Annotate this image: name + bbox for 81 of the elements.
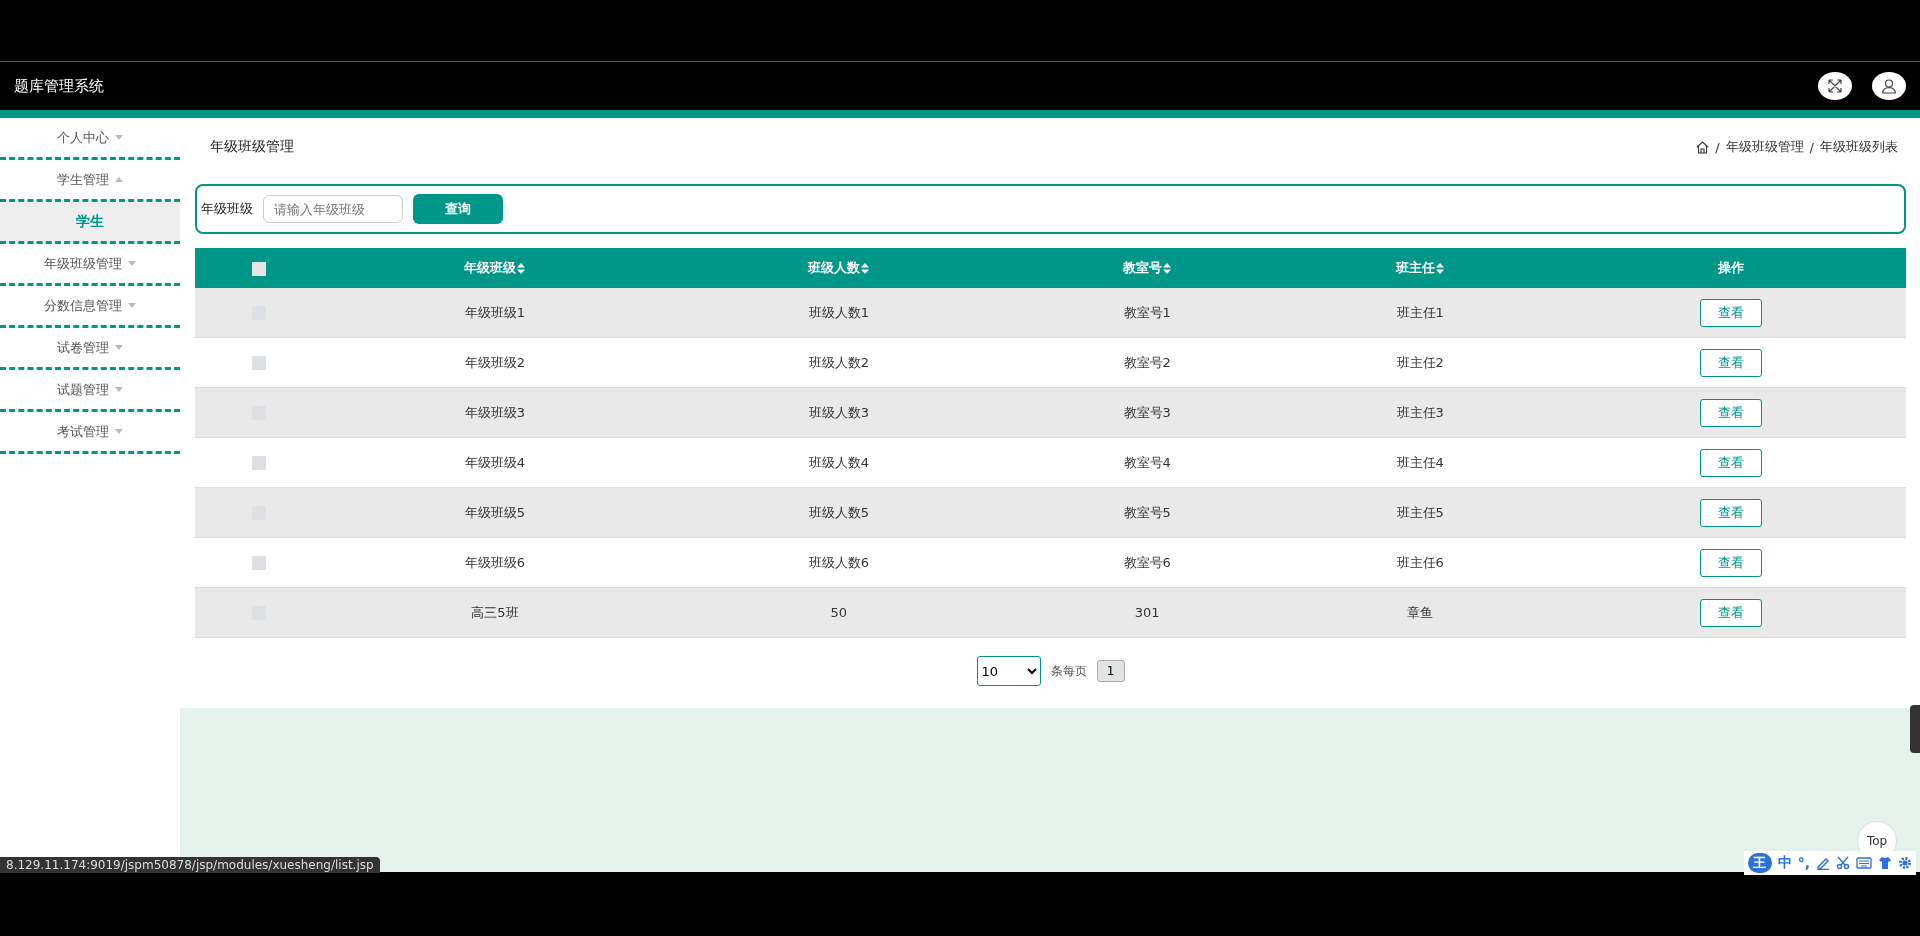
scissors-icon[interactable] — [1836, 856, 1850, 870]
table-cell: 班级人数1 — [808, 304, 869, 320]
page-size-select[interactable]: 10 — [976, 656, 1041, 686]
input-mode-toggle[interactable]: 中 — [1777, 854, 1792, 872]
sort-icon[interactable] — [1163, 262, 1172, 274]
table-cell: 年级班级3 — [464, 404, 526, 420]
caret-icon — [115, 135, 123, 140]
caret-icon — [115, 345, 123, 350]
table-cell: 班主任6 — [1396, 554, 1444, 570]
select-all-checkbox[interactable] — [252, 261, 266, 276]
fullscreen-icon — [1827, 78, 1843, 94]
table-cell: 教室号5 — [1123, 504, 1171, 520]
user-button[interactable] — [1872, 72, 1906, 100]
view-button[interactable]: 查看 — [1700, 498, 1763, 527]
table-cell: 班级人数5 — [808, 504, 869, 520]
query-button[interactable]: 查询 — [413, 194, 503, 224]
table-cell: 班主任4 — [1396, 454, 1444, 470]
caret-icon — [128, 261, 136, 266]
table-cell: 教室号6 — [1123, 554, 1171, 570]
table-cell: 教室号3 — [1123, 404, 1171, 420]
table-cell: 301 — [1134, 605, 1160, 620]
table-cell: 班主任1 — [1396, 304, 1444, 320]
user-icon — [1881, 78, 1897, 94]
pen-icon[interactable] — [1816, 856, 1830, 870]
row-checkbox[interactable] — [252, 456, 266, 471]
table-cell: 班主任2 — [1396, 354, 1444, 370]
settings-icon[interactable] — [1898, 856, 1912, 870]
caret-icon — [115, 387, 123, 392]
view-button[interactable]: 查看 — [1700, 598, 1763, 627]
page-button[interactable]: 1 — [1096, 660, 1125, 682]
row-checkbox[interactable] — [252, 356, 266, 371]
table-cell: 年级班级2 — [464, 354, 526, 370]
column-header: 操作 — [1718, 259, 1745, 277]
row-checkbox[interactable] — [252, 556, 266, 571]
shirt-icon[interactable] — [1878, 856, 1892, 870]
punctuation-toggle[interactable]: °, — [1797, 855, 1810, 871]
keyboard-icon[interactable] — [1856, 857, 1872, 869]
column-header: 教室号 — [1123, 259, 1163, 277]
view-button[interactable]: 查看 — [1700, 298, 1763, 327]
fullscreen-button[interactable] — [1818, 72, 1852, 100]
view-button[interactable]: 查看 — [1700, 348, 1763, 377]
sort-icon[interactable] — [517, 262, 526, 274]
page-title: 年级班级管理 — [209, 138, 294, 156]
search-label: 年级班级 — [201, 200, 253, 218]
table-cell: 年级班级6 — [464, 554, 526, 570]
table-cell: 年级班级1 — [464, 304, 526, 320]
table-cell: 班级人数2 — [808, 354, 869, 370]
table-cell: 班级人数3 — [808, 404, 869, 420]
ime-logo[interactable]: 王 — [1747, 853, 1772, 873]
table-cell: 班级人数4 — [808, 454, 869, 470]
table-cell: 班主任3 — [1396, 404, 1444, 420]
column-header: 年级班级 — [464, 259, 517, 277]
caret-icon — [115, 177, 123, 182]
breadcrumb-item[interactable]: 年级班级列表 — [1820, 138, 1898, 156]
table-cell: 高三5班 — [471, 604, 519, 620]
view-button[interactable]: 查看 — [1700, 448, 1763, 477]
breadcrumb-item[interactable]: 年级班级管理 — [1725, 138, 1804, 156]
table-cell: 教室号1 — [1123, 304, 1171, 320]
table-cell: 班主任5 — [1396, 504, 1444, 520]
sort-icon[interactable] — [1436, 262, 1445, 274]
sort-icon[interactable] — [861, 262, 870, 274]
table-cell: 教室号4 — [1123, 454, 1171, 470]
status-url: 8.129.11.174:9019/jspm50878/jsp/modules/xuesheng/list.jsp — [0, 857, 380, 873]
table-cell: 50 — [830, 605, 848, 620]
home-icon[interactable] — [1696, 140, 1710, 154]
table-cell: 年级班级5 — [464, 504, 526, 520]
table-cell: 班级人数6 — [808, 554, 869, 570]
breadcrumb-separator: / — [1809, 139, 1814, 155]
table-cell: 年级班级4 — [464, 454, 526, 470]
caret-icon — [115, 429, 123, 434]
caret-icon — [128, 303, 136, 308]
column-header: 班主任 — [1396, 259, 1436, 277]
column-header: 班级人数 — [808, 259, 861, 277]
breadcrumb-separator: / — [1715, 139, 1720, 155]
search-field[interactable]: 请输入年级班级 — [263, 195, 403, 223]
per-page-label: 条每页 — [1050, 662, 1087, 680]
app-title: 题库管理系统 — [14, 76, 105, 96]
table-cell: 教室号2 — [1123, 354, 1171, 370]
table-cell: 章鱼 — [1407, 604, 1434, 620]
view-button[interactable]: 查看 — [1700, 548, 1763, 577]
view-button[interactable]: 查看 — [1700, 398, 1763, 427]
